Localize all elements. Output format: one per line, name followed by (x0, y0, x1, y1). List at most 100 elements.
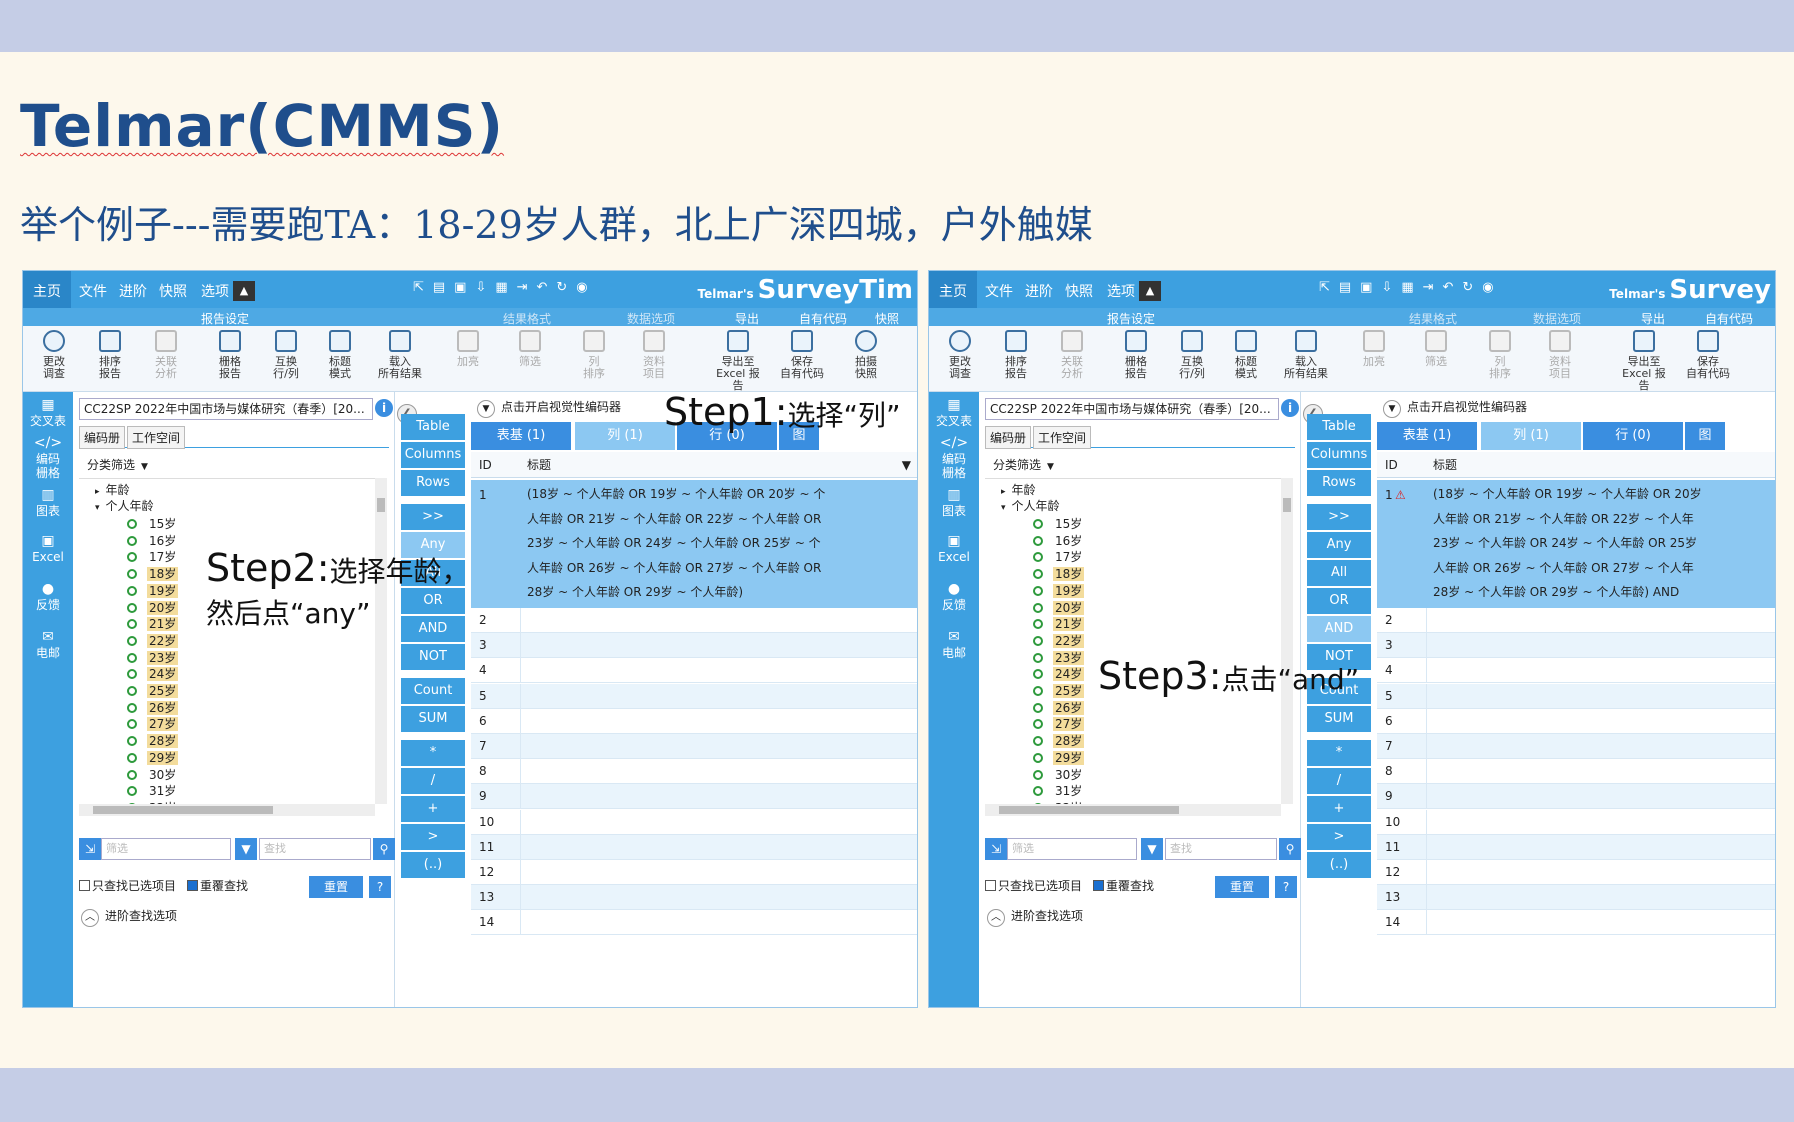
operator-button-12[interactable]: / (401, 768, 465, 794)
grid-row[interactable]: 3 (1377, 633, 1775, 659)
tree-leaf-age[interactable]: 21岁 (1033, 615, 1085, 633)
tree-leaf-age[interactable]: 22岁 (1033, 632, 1085, 650)
tree-leaf-age[interactable]: 18岁 (1033, 565, 1085, 583)
ribbon-button-1[interactable]: 排序 报告 (989, 330, 1043, 380)
tree-leaf-age[interactable]: 26岁 (1033, 699, 1085, 717)
grid-row[interactable]: 9 (471, 784, 917, 810)
funnel-icon[interactable]: ▼ (235, 838, 257, 860)
grid-tab-1[interactable]: 列 (1) (1481, 422, 1581, 450)
sidenav-item-5[interactable]: ✉ 电邮 (23, 630, 73, 660)
scroll-thumb[interactable] (93, 806, 273, 814)
operator-button-9[interactable]: Count (401, 678, 465, 704)
grid-row-1[interactable]: 1 ⚠ (18岁 ~ 个人年龄 OR 19岁 ~ 个人年龄 OR 20岁 人年龄 OR… (1377, 480, 1775, 608)
menu-item-1[interactable]: 文件 (79, 281, 107, 301)
category-filter[interactable]: 分类筛选 ▼ (993, 456, 1054, 473)
operator-button-12[interactable]: / (1307, 768, 1371, 794)
tab-codebook[interactable]: 编码册 (985, 426, 1032, 449)
checkbox-selected-only[interactable]: 只查找已选项目 (79, 877, 176, 894)
tree-leaf-age[interactable]: 27岁 (1033, 715, 1085, 733)
grid-row[interactable]: 11 (471, 834, 917, 860)
tree-leaf-age[interactable]: 23岁 (1033, 649, 1085, 667)
grid-row[interactable]: 11 (1377, 834, 1775, 860)
menu-item-1[interactable]: 文件 (985, 281, 1013, 301)
collapse-ribbon-button[interactable]: ▲ (233, 281, 255, 301)
advanced-search-toggle[interactable]: ︿ 进阶查找选项 (81, 907, 177, 927)
filter-icon[interactable]: ▼ (902, 452, 911, 478)
search-icon[interactable]: ⚲ (373, 838, 395, 860)
grid-row[interactable]: 14 (471, 910, 917, 936)
operator-button-10[interactable]: SUM (401, 706, 465, 732)
tab-workspace[interactable]: 工作空间 (1033, 426, 1092, 449)
grid-row[interactable]: 4 (1377, 658, 1775, 684)
sidenav-item-4[interactable]: ● 反馈 (929, 582, 979, 612)
sidenav-item-0[interactable]: ▦ 交叉表 (929, 398, 979, 428)
menu-item-0[interactable]: 主页 (929, 271, 977, 308)
grid-row[interactable]: 12 (471, 860, 917, 885)
tree-leaf-age[interactable]: 26岁 (127, 699, 179, 717)
scroll-thumb[interactable] (377, 498, 385, 512)
ribbon-button-6[interactable]: 载入 所有结果 (1279, 330, 1333, 380)
tree-leaf-age[interactable]: 22岁 (127, 632, 179, 650)
info-icon[interactable]: i (375, 399, 393, 417)
ribbon-button-2[interactable]: 关联 分析 (1045, 330, 1099, 380)
operator-button-13[interactable]: + (1307, 796, 1371, 822)
grid-tab-1[interactable]: 列 (1) (575, 422, 675, 450)
tree-horizontal-scrollbar[interactable] (985, 804, 1281, 816)
filter-input[interactable]: 筛选 (1007, 838, 1137, 860)
tree-leaf-age[interactable]: 20岁 (127, 599, 179, 617)
filter-input[interactable]: 筛选 (101, 838, 231, 860)
tree-vertical-scrollbar[interactable] (375, 478, 387, 804)
ribbon-button-5[interactable]: 标题 模式 (313, 330, 367, 380)
grid-row[interactable]: 3 (471, 633, 917, 659)
tree-horizontal-scrollbar[interactable] (79, 804, 375, 816)
operator-button-4[interactable]: Any (1307, 532, 1371, 558)
grid-row[interactable]: 7 (1377, 734, 1775, 759)
ribbon-button-9[interactable]: 列排序 (567, 330, 621, 380)
checkbox-repeat-find[interactable]: 重覆查找 (187, 877, 248, 894)
tree-leaf-age[interactable]: 31岁 (1033, 782, 1084, 800)
ribbon-button-7[interactable]: 加亮 (1347, 330, 1401, 368)
operator-button-1[interactable]: Columns (1307, 442, 1371, 468)
tree-leaf-age[interactable]: 29岁 (1033, 749, 1085, 767)
sidenav-item-4[interactable]: ● 反馈 (23, 582, 73, 612)
tree-vertical-scrollbar[interactable] (1281, 478, 1293, 804)
tree-leaf-age[interactable]: 16岁 (1033, 532, 1084, 550)
grid-row[interactable]: 4 (471, 658, 917, 684)
grid-tab-2[interactable]: 行 (0) (1583, 422, 1683, 450)
sidenav-item-1[interactable]: </> 编码 栅格 (929, 436, 979, 480)
tree-leaf-age[interactable]: 17岁 (1033, 548, 1084, 566)
grid-row[interactable]: 13 (1377, 885, 1775, 911)
tree-leaf-age[interactable]: 27岁 (127, 715, 179, 733)
operator-button-13[interactable]: + (401, 796, 465, 822)
operator-button-2[interactable]: Rows (1307, 470, 1371, 496)
tree-leaf-age[interactable]: 29岁 (127, 749, 179, 767)
tree-node-personal-age[interactable]: ▾ 个人年龄 (95, 497, 154, 515)
pin-icon[interactable]: ⇲ (79, 838, 101, 860)
category-filter[interactable]: 分类筛选 ▼ (87, 456, 148, 473)
visual-editor-toggle[interactable]: ▼ 点击开启视觉性编码器 (1383, 395, 1775, 419)
operator-button-8[interactable]: NOT (401, 644, 465, 670)
sidenav-item-3[interactable]: ▣ Excel (23, 534, 73, 564)
funnel-icon[interactable]: ▼ (1141, 838, 1163, 860)
ribbon-button-7[interactable]: 加亮 (441, 330, 495, 368)
grid-tab-0[interactable]: 表基 (1) (1377, 422, 1477, 450)
menu-item-2[interactable]: 进阶 (1025, 281, 1053, 301)
help-button[interactable]: ? (369, 876, 391, 898)
grid-row[interactable]: 7 (471, 734, 917, 759)
operator-button-6[interactable]: OR (1307, 588, 1371, 614)
sidenav-item-3[interactable]: ▣ Excel (929, 534, 979, 564)
search-icon[interactable]: ⚲ (1279, 838, 1301, 860)
ribbon-button-13[interactable]: 拍摄 快照 (839, 330, 893, 380)
tree-leaf-age[interactable]: 24岁 (127, 665, 179, 683)
info-icon[interactable]: i (1281, 399, 1299, 417)
tree-leaf-age[interactable]: 18岁 (127, 565, 179, 583)
tab-workspace[interactable]: 工作空间 (127, 426, 186, 449)
sidenav-item-2[interactable]: ▥ 图表 (23, 488, 73, 518)
sidenav-item-2[interactable]: ▥ 图表 (929, 488, 979, 518)
operator-button-1[interactable]: Columns (401, 442, 465, 468)
grid-row[interactable]: 10 (471, 809, 917, 835)
tree-leaf-age[interactable]: 15岁 (127, 515, 178, 533)
grid-row[interactable]: 2 (1377, 608, 1775, 633)
operator-button-3[interactable]: >> (1307, 504, 1371, 530)
operator-button-15[interactable]: (..) (401, 852, 465, 878)
